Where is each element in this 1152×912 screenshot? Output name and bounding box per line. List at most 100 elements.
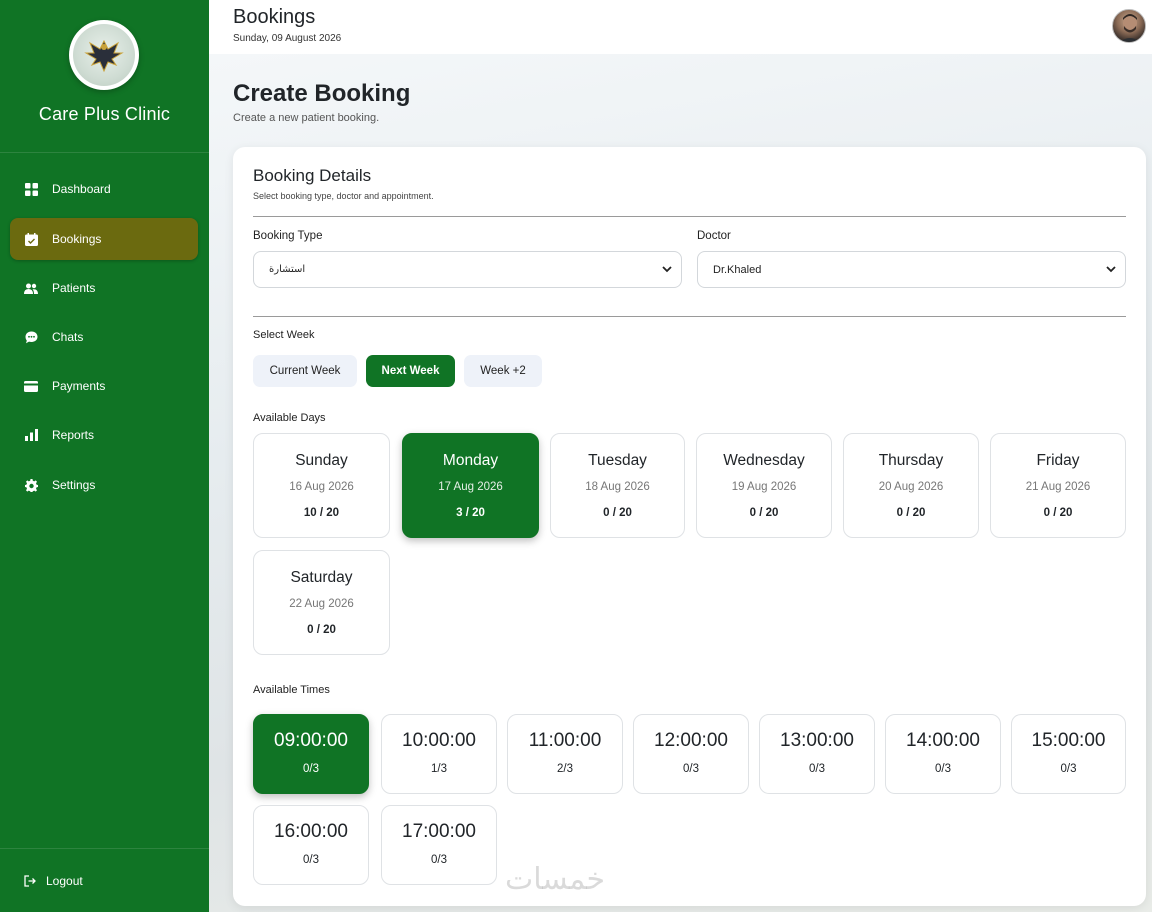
header-title: Bookings [233, 6, 316, 28]
sidebar-divider [0, 152, 209, 153]
time-count: 0/3 [683, 763, 699, 775]
day-name: Wednesday [723, 452, 805, 469]
chevron-down-icon [661, 263, 673, 275]
time-slot-1400[interactable]: 14:00:00 0/3 [885, 714, 1001, 794]
users-icon [24, 281, 38, 295]
top-bar: Bookings Sunday, 09 August 2026 [209, 0, 1152, 54]
next-week-button[interactable]: Next Week [366, 355, 455, 387]
current-week-button[interactable]: Current Week [253, 355, 357, 387]
day-count: 0 / 20 [896, 507, 926, 519]
day-date: 19 Aug 2026 [731, 481, 797, 493]
day-name: Monday [442, 452, 499, 469]
sidebar-item-chats[interactable]: Chats [10, 316, 198, 358]
day-count: 10 / 20 [303, 507, 340, 519]
time-count: 1/3 [431, 763, 447, 775]
sidebar-item-bookings[interactable]: Bookings [10, 218, 198, 260]
time-slot-1200[interactable]: 12:00:00 0/3 [633, 714, 749, 794]
time-value: 12:00:00 [654, 730, 728, 751]
time-value: 13:00:00 [780, 730, 854, 751]
logout-icon [24, 874, 37, 888]
time-value: 09:00:00 [274, 730, 348, 751]
booking-details-card: Booking Details Select booking type, doc… [233, 147, 1146, 906]
gear-icon [24, 478, 38, 492]
time-slot-1100[interactable]: 11:00:00 2/3 [507, 714, 623, 794]
time-slot-1000[interactable]: 10:00:00 1/3 [381, 714, 497, 794]
day-date: 16 Aug 2026 [289, 481, 354, 493]
doctor-select[interactable]: Dr.Khaled [697, 251, 1126, 288]
time-count: 0/3 [303, 854, 319, 866]
divider [253, 316, 1126, 317]
eagle-emblem-icon [73, 24, 135, 86]
day-date: 18 Aug 2026 [585, 481, 650, 493]
time-slot-1500[interactable]: 15:00:00 0/3 [1011, 714, 1126, 794]
credit-card-icon [24, 379, 38, 393]
day-card-friday[interactable]: Friday 21 Aug 2026 0 / 20 [990, 433, 1126, 538]
time-slot-1600[interactable]: 16:00:00 0/3 [253, 805, 369, 885]
booking-type-value: استشارة [269, 264, 306, 275]
sidebar-item-payments[interactable]: Payments [10, 365, 198, 407]
day-date: 22 Aug 2026 [289, 598, 354, 610]
time-count: 0/3 [431, 854, 447, 866]
day-name: Friday [1036, 452, 1080, 469]
doctor-value: Dr.Khaled [713, 263, 762, 276]
day-card-saturday[interactable]: Saturday 22 Aug 2026 0 / 20 [253, 550, 390, 655]
logout-label: Logout [46, 874, 83, 888]
day-count: 3 / 20 [456, 507, 485, 519]
sidebar-item-label: Reports [52, 428, 95, 442]
day-count: 0 / 20 [1043, 507, 1073, 519]
time-slot-1700[interactable]: 17:00:00 0/3 [381, 805, 497, 885]
dashboard-icon [24, 182, 38, 196]
time-slot-1300[interactable]: 13:00:00 0/3 [759, 714, 875, 794]
day-count: 0 / 20 [603, 507, 632, 519]
divider [253, 216, 1126, 217]
header-date: Sunday, 09 August 2026 [233, 33, 342, 44]
day-card-wednesday[interactable]: Wednesday 19 Aug 2026 0 / 20 [696, 433, 832, 538]
time-count: 0/3 [303, 763, 319, 775]
day-date: 21 Aug 2026 [1025, 481, 1091, 493]
day-card-thursday[interactable]: Thursday 20 Aug 2026 0 / 20 [843, 433, 979, 538]
clinic-name: Care Plus Clinic [38, 104, 171, 124]
time-value: 11:00:00 [528, 730, 602, 751]
time-value: 16:00:00 [274, 821, 348, 842]
available-days-label: Available Days [253, 412, 326, 424]
day-name: Thursday [878, 452, 944, 469]
watermark: خمسات [505, 862, 606, 897]
booking-type-select[interactable]: استشارة [253, 251, 682, 288]
sidebar-item-patients[interactable]: Patients [10, 267, 198, 309]
time-value: 15:00:00 [1031, 730, 1106, 751]
logout-button[interactable]: Logout [24, 874, 83, 888]
doctor-label: Doctor [697, 230, 731, 242]
time-slot-0900[interactable]: 09:00:00 0/3 [253, 714, 369, 794]
time-count: 0/3 [809, 763, 825, 775]
sidebar-item-label: Chats [52, 330, 84, 344]
day-card-tuesday[interactable]: Tuesday 18 Aug 2026 0 / 20 [550, 433, 685, 538]
day-card-monday[interactable]: Monday 17 Aug 2026 3 / 20 [402, 433, 539, 538]
day-name: Tuesday [588, 452, 647, 469]
day-count: 0 / 20 [307, 624, 336, 636]
card-title: Booking Details [253, 166, 372, 185]
time-count: 2/3 [557, 763, 573, 775]
day-name: Saturday [290, 569, 353, 586]
chat-icon [24, 330, 38, 344]
chevron-down-icon [1105, 263, 1117, 275]
available-times-label: Available Times [253, 684, 330, 696]
sidebar-item-reports[interactable]: Reports [10, 414, 198, 456]
avatar[interactable] [1112, 9, 1146, 43]
sidebar-item-label: Bookings [52, 232, 102, 246]
week-plus-2-button[interactable]: Week +2 [464, 355, 542, 387]
time-count: 0/3 [935, 763, 951, 775]
day-card-sunday[interactable]: Sunday 16 Aug 2026 10 / 20 [253, 433, 390, 538]
calendar-icon [24, 232, 38, 246]
time-value: 14:00:00 [906, 730, 980, 751]
time-value: 17:00:00 [402, 821, 476, 842]
day-name: Sunday [295, 452, 348, 469]
day-date: 17 Aug 2026 [438, 481, 503, 493]
clinic-logo [69, 20, 139, 90]
day-count: 0 / 20 [749, 507, 779, 519]
sidebar-divider [0, 848, 209, 849]
sidebar-item-label: Dashboard [52, 182, 111, 196]
sidebar-item-label: Payments [52, 379, 106, 393]
sidebar-item-settings[interactable]: Settings [10, 464, 198, 506]
page-subtitle: Create a new patient booking. [233, 112, 380, 124]
sidebar-item-dashboard[interactable]: Dashboard [10, 168, 198, 210]
